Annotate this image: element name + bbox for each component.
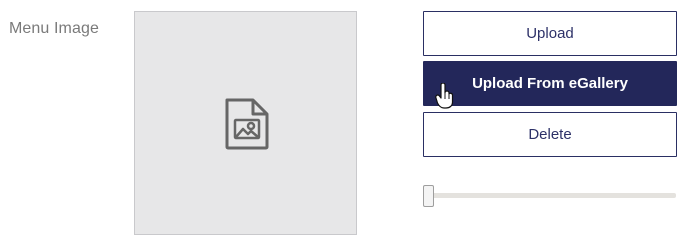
delete-button[interactable]: Delete — [423, 112, 677, 157]
slider-track[interactable] — [423, 193, 676, 198]
menu-image-label: Menu Image — [9, 20, 99, 37]
slider-thumb[interactable] — [423, 185, 434, 207]
upload-button[interactable]: Upload — [423, 11, 677, 56]
image-file-icon — [225, 98, 269, 150]
upload-from-egallery-button[interactable]: Upload From eGallery — [423, 61, 677, 106]
image-preview[interactable] — [134, 11, 357, 235]
hand-cursor-icon — [435, 83, 454, 109]
